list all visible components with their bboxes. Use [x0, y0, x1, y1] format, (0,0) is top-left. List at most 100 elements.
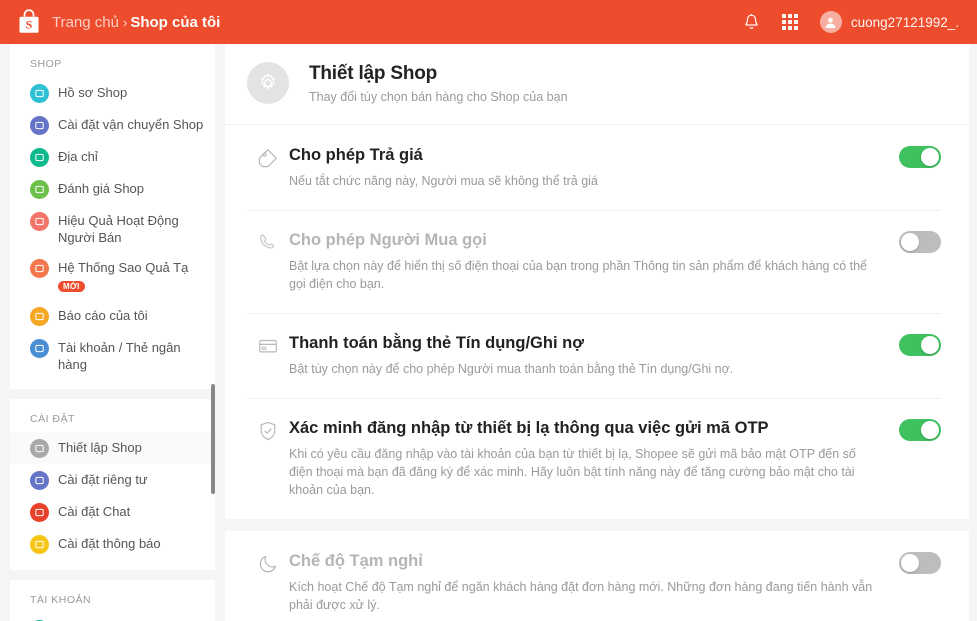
vacation-mode-description: Kích hoạt Chế độ Tạm nghỉ để ngăn khách … [289, 580, 873, 612]
sidebar-group-title: CÀI ĐẶT [30, 413, 75, 425]
shield-check-icon [247, 418, 289, 442]
shop-profile-icon [30, 84, 49, 103]
setting-toggle[interactable] [899, 419, 941, 441]
notification-settings-icon [30, 535, 49, 554]
sidebar-item-label: Đánh giá Shop [58, 181, 145, 196]
vacation-mode-title: Chế độ Tạm nghỉ [289, 552, 423, 570]
main-content: Thiết lập Shop Thay đổi tùy chọn bán hàn… [215, 44, 977, 621]
bell-icon[interactable] [743, 13, 760, 31]
penalty-points-bolt-icon [30, 259, 49, 278]
sidebar-item-0-2[interactable]: Địa chỉ [10, 141, 215, 173]
grid-apps-icon[interactable] [781, 14, 798, 30]
setting-body: Xác minh đăng nhập từ thiết bị lạ thông … [289, 418, 899, 499]
top-header: S Trang chủ › Shop của tôi cuong27121992… [0, 0, 977, 44]
setting-toggle[interactable] [899, 146, 941, 168]
page-subtitle: Thay đổi tùy chọn bán hàng cho Shop của … [309, 89, 568, 104]
shipping-truck-icon [30, 116, 49, 135]
sidebar-item-label: Thiết lập Shop [58, 440, 142, 455]
sidebar-item-0-4[interactable]: Hiệu Quả Hoạt Động Người Bán [10, 205, 215, 252]
setting-row: Thanh toán bằng thẻ Tín dụng/Ghi nợ Bật t… [225, 313, 969, 398]
phone-handset-icon [247, 230, 289, 254]
sidebar-item-label: Cài đặt thông báo [58, 536, 161, 551]
sidebar-item-label: Tài khoản / Thẻ ngân hàng [58, 340, 181, 372]
shopee-logo-icon[interactable]: S [14, 6, 44, 38]
vacation-mode-toggle[interactable] [899, 552, 941, 574]
sidebar-group: SHOP Hồ sơ Shop Cài đặt vận chuyển Shop Địa… [10, 44, 215, 389]
sidebar-item-1-3[interactable]: Cài đặt thông báo [10, 528, 215, 560]
username-label: cuong27121992_. [850, 14, 959, 30]
header-actions: cuong27121992_. [743, 11, 959, 33]
page-title: Thiết lập Shop [309, 62, 438, 84]
setting-body: Thanh toán bằng thẻ Tín dụng/Ghi nợ Bật t… [289, 333, 899, 378]
sidebar-item-label: Hồ sơ Shop [58, 85, 128, 100]
sidebar-item-0-6[interactable]: Báo cáo của tôi [10, 300, 215, 332]
setting-body: Cho phép Người Mua gọi Bật lựa chọn này đ… [289, 230, 899, 293]
sidebar-item-0-1[interactable]: Cài đặt vận chuyển Shop [10, 109, 215, 141]
shop-settings-gear-icon [30, 439, 49, 458]
breadcrumb-current: Shop của tôi [130, 13, 221, 31]
sidebar-item-label: Hệ Thống Sao Quả Tạ [58, 260, 189, 275]
sidebar: SHOP Hồ sơ Shop Cài đặt vận chuyển Shop Địa… [0, 44, 215, 621]
setting-title: Xác minh đăng nhập từ thiết bị lạ thông … [289, 419, 769, 437]
sidebar-item-label: Cài đặt Chat [58, 504, 131, 519]
sidebar-item-2-0[interactable]: Tài khoản [10, 613, 215, 621]
toggle-knob [921, 148, 939, 166]
svg-text:S: S [26, 18, 33, 32]
breadcrumb: Trang chủ › Shop của tôi [52, 14, 220, 31]
chat-settings-icon [30, 503, 49, 522]
user-avatar-icon [819, 11, 842, 33]
sidebar-item-label: Báo cáo của tôi [58, 308, 148, 323]
sidebar-item-0-3[interactable]: Đánh giá Shop [10, 173, 215, 205]
bank-card-icon [30, 339, 49, 358]
vacation-mode-row: Chế độ Tạm nghỉ Kích hoạt Chế độ Tạm ngh… [225, 531, 969, 621]
sidebar-item-label: Cài đặt riêng tư [58, 472, 148, 487]
toggle-knob [921, 421, 939, 439]
user-menu[interactable]: cuong27121992_. [819, 11, 959, 33]
settings-gear-icon [247, 62, 289, 104]
sidebar-group-title: TÀI KHOẢN [30, 594, 92, 606]
setting-row: Xác minh đăng nhập từ thiết bị lạ thông … [225, 398, 969, 519]
setting-description: Bật lựa chọn này để hiển thị số điện tho… [289, 259, 867, 291]
sidebar-item-label: Địa chỉ [58, 149, 98, 164]
sidebar-item-1-1[interactable]: Cài đặt riêng tư [10, 464, 215, 496]
price-tag-icon [247, 145, 289, 169]
sidebar-item-0-5[interactable]: Hệ Thống Sao Quả Tạ MỚI [10, 252, 215, 300]
setting-body: Cho phép Trả giá Nếu tắt chức năng này, N… [289, 145, 899, 190]
sidebar-scrollbar[interactable] [211, 384, 215, 494]
address-pin-icon [30, 148, 49, 167]
setting-description: Nếu tắt chức năng này, Người mua sẽ khôn… [289, 174, 598, 188]
setting-title: Cho phép Người Mua gọi [289, 231, 487, 249]
setting-row: Cho phép Người Mua gọi Bật lựa chọn này đ… [225, 210, 969, 313]
sidebar-item-label: Cài đặt vận chuyển Shop [58, 117, 204, 132]
shop-rating-star-icon [30, 180, 49, 199]
privacy-lock-icon [30, 471, 49, 490]
page-layout: SHOP Hồ sơ Shop Cài đặt vận chuyển Shop Địa… [0, 44, 977, 621]
credit-card-icon [247, 333, 289, 357]
settings-card: Thiết lập Shop Thay đổi tùy chọn bán hàn… [225, 44, 969, 519]
sidebar-item-label: Hiệu Quả Hoạt Động Người Bán [58, 213, 179, 245]
page-header: Thiết lập Shop Thay đổi tùy chọn bán hàn… [225, 44, 969, 125]
toggle-knob [901, 233, 919, 251]
moon-icon [247, 551, 289, 575]
sidebar-item-0-0[interactable]: Hồ sơ Shop [10, 77, 215, 109]
sidebar-group-title: SHOP [30, 58, 62, 70]
sidebar-item-1-2[interactable]: Cài đặt Chat [10, 496, 215, 528]
setting-description: Khi có yêu cầu đăng nhập vào tài khoản c… [289, 447, 856, 497]
setting-title: Cho phép Trả giá [289, 146, 423, 164]
seller-performance-chart-icon [30, 212, 49, 231]
setting-title: Thanh toán bằng thẻ Tín dụng/Ghi nợ [289, 334, 584, 352]
setting-description: Bật tùy chọn này để cho phép Người mua t… [289, 362, 734, 376]
setting-toggle[interactable] [899, 231, 941, 253]
sidebar-item-0-7[interactable]: Tài khoản / Thẻ ngân hàng [10, 332, 215, 379]
vacation-mode-body: Chế độ Tạm nghỉ Kích hoạt Chế độ Tạm ngh… [289, 551, 899, 621]
toggle-knob [901, 554, 919, 572]
breadcrumb-home-link[interactable]: Trang chủ [52, 14, 119, 31]
vacation-mode-card: Chế độ Tạm nghỉ Kích hoạt Chế độ Tạm ngh… [225, 531, 969, 621]
setting-toggle[interactable] [899, 334, 941, 356]
sidebar-item-1-0[interactable]: Thiết lập Shop [10, 432, 215, 464]
sidebar-group: TÀI KHOẢNTài khoảnThay đổi mật khẩu [10, 580, 215, 621]
toggle-knob [921, 336, 939, 354]
breadcrumb-separator: › [122, 14, 128, 30]
setting-row: Cho phép Trả giá Nếu tắt chức năng này, N… [225, 125, 969, 210]
sidebar-group: CÀI ĐẶT Thiết lập Shop Cài đặt riêng tư Cài… [10, 399, 215, 570]
